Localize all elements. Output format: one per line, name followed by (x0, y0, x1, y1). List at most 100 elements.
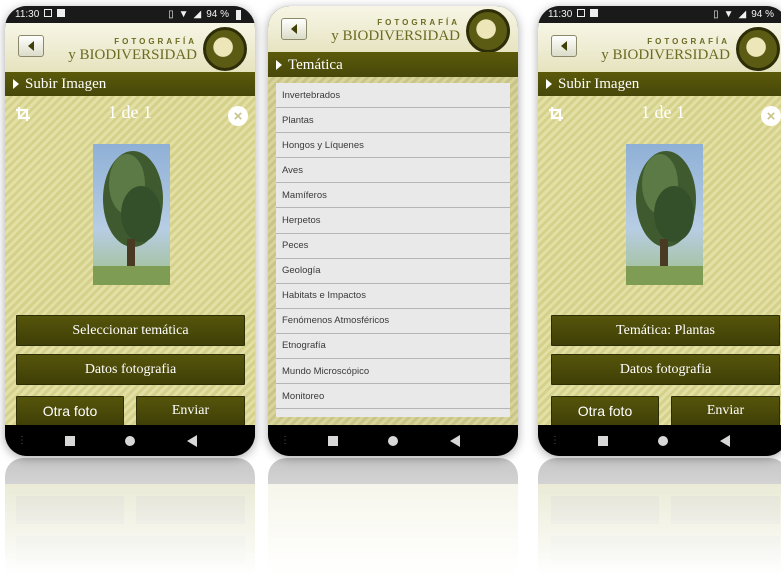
section-bar: Subir Imagen (538, 72, 781, 96)
app-header: FOTOGRAFÍA y BIODIVERSIDAD (5, 23, 255, 72)
back-arrow-icon (291, 24, 297, 34)
send-button[interactable]: Enviar (136, 396, 245, 426)
menu-dots-icon[interactable]: ⋮ (550, 435, 560, 446)
close-icon[interactable]: × (228, 106, 248, 126)
menu-dots-icon[interactable]: ⋮ (280, 435, 290, 446)
topic-list-item[interactable]: Habitats e Impactos (276, 284, 510, 309)
another-photo-button[interactable]: Otra foto (551, 396, 659, 426)
section-title: Temática (288, 56, 343, 73)
topic-list-area: Invertebrados Plantas Hongos y Líquenes Ave… (268, 77, 518, 425)
instagram-icon (577, 9, 586, 17)
phone-screen-upload-selected: 11:30 ▯ ▼ ◢ 94 % FOTOGRAFÍA y BIODIVERSIDAD… (538, 6, 781, 456)
home-square-icon[interactable] (328, 435, 338, 446)
battery-level: 94 % (206, 9, 229, 20)
caret-right-icon (276, 60, 282, 70)
topic-list-item[interactable]: Invertebrados (276, 83, 510, 109)
home-square-icon[interactable] (598, 435, 608, 446)
tree-image (626, 151, 703, 285)
instagram-icon (44, 9, 53, 17)
phone-screen-topics: FOTOGRAFÍA y BIODIVERSIDAD Temática Inve… (268, 6, 518, 456)
reflection-left (5, 458, 255, 576)
status-time: 11:30 (548, 9, 573, 20)
home-circle-icon[interactable] (658, 435, 668, 446)
caret-right-icon (546, 79, 552, 89)
section-bar: Temática (268, 52, 518, 78)
topic-list-item[interactable]: Aves (276, 158, 510, 184)
wifi-icon: ▼ (723, 9, 734, 20)
section-bar: Subir Imagen (5, 72, 255, 96)
system-nav-bar: ⋮ (538, 425, 781, 456)
status-time: 11:30 (15, 9, 40, 20)
reflection-middle (268, 458, 518, 576)
topic-list-item[interactable]: Herpetos (276, 208, 510, 234)
back-button[interactable] (281, 18, 307, 40)
topic-list-item[interactable]: Mamíferos (276, 183, 510, 209)
battery-level: 94 % (751, 9, 774, 20)
topic-list: Invertebrados Plantas Hongos y Líquenes Ave… (276, 83, 510, 417)
topic-list-item[interactable]: Hongos y Líquenes (276, 133, 510, 159)
brand-line-1: FOTOGRAFÍA (114, 37, 197, 46)
back-triangle-icon[interactable] (187, 434, 197, 447)
topic-list-item[interactable]: Mundo Microscópico (276, 359, 510, 385)
topic-list-item[interactable]: Peces (276, 234, 510, 259)
menu-dots-icon[interactable]: ⋮ (17, 435, 27, 446)
home-circle-icon[interactable] (388, 435, 398, 446)
signal-icon: ◢ (193, 9, 202, 20)
phone-screen-upload: 11:30 ▯ ▼ ◢ 94 % FOTOGRAFÍA y BIODIVERSIDAD… (5, 6, 255, 456)
image-icon (57, 9, 66, 17)
photo-data-button[interactable]: Datos fotografia (16, 354, 245, 385)
signal-icon: ◢ (738, 9, 747, 20)
photo-data-button[interactable]: Datos fotografia (551, 354, 780, 385)
brand-line-1: FOTOGRAFÍA (647, 37, 730, 46)
back-arrow-icon (28, 41, 34, 51)
reflection-right (538, 458, 781, 576)
logo-icon (466, 9, 510, 53)
brand-title: FOTOGRAFÍA y BIODIVERSIDAD (601, 37, 730, 64)
logo-icon (736, 27, 780, 71)
system-nav-bar: ⋮ (5, 425, 255, 456)
upload-content: 1 de 1 × Temática: Plantas Datos fotogra… (538, 96, 781, 426)
back-triangle-icon[interactable] (720, 434, 730, 447)
app-header: FOTOGRAFÍA y BIODIVERSIDAD (268, 6, 518, 55)
brand-line-2: y BIODIVERSIDAD (68, 47, 197, 63)
image-icon (590, 9, 599, 17)
tree-photo (93, 144, 170, 285)
topic-selected-button[interactable]: Temática: Plantas (551, 315, 780, 346)
logo-icon (203, 27, 247, 71)
wifi-icon: ▼ (178, 9, 189, 20)
send-button[interactable]: Enviar (671, 396, 780, 426)
battery-icon (236, 9, 241, 20)
back-button[interactable] (18, 35, 44, 57)
vibrate-icon: ▯ (713, 9, 719, 20)
status-bar: 11:30 ▯ ▼ ◢ 94 % (538, 6, 781, 23)
brand-title: FOTOGRAFÍA y BIODIVERSIDAD (331, 18, 460, 45)
back-triangle-icon[interactable] (450, 434, 460, 447)
tree-image (93, 151, 170, 285)
back-button[interactable] (551, 35, 577, 57)
brand-title: FOTOGRAFÍA y BIODIVERSIDAD (68, 37, 197, 64)
topic-list-item[interactable]: Fenómenos Atmosféricos (276, 309, 510, 334)
caret-right-icon (13, 79, 19, 89)
tree-photo (626, 144, 703, 285)
image-counter: 1 de 1 (641, 102, 685, 122)
section-title: Subir Imagen (25, 75, 107, 92)
home-square-icon[interactable] (65, 435, 75, 446)
topic-list-item[interactable]: Plantas (276, 108, 510, 134)
status-bar: 11:30 ▯ ▼ ◢ 94 % (5, 6, 255, 23)
close-icon[interactable]: × (761, 106, 781, 126)
home-circle-icon[interactable] (125, 435, 135, 446)
select-topic-button[interactable]: Seleccionar temática (16, 315, 245, 346)
brand-line-2: y BIODIVERSIDAD (601, 47, 730, 63)
brand-line-2: y BIODIVERSIDAD (331, 28, 460, 44)
system-nav-bar: ⋮ (268, 425, 518, 456)
upload-content: 1 de 1 × Seleccionar temática Datos foto… (5, 96, 255, 426)
vibrate-icon: ▯ (168, 9, 174, 20)
back-arrow-icon (561, 41, 567, 51)
app-header: FOTOGRAFÍA y BIODIVERSIDAD (538, 23, 781, 72)
topic-list-item[interactable]: Geología (276, 259, 510, 284)
another-photo-button[interactable]: Otra foto (16, 396, 124, 426)
topic-list-item[interactable]: Monitoreo (276, 384, 510, 410)
image-counter: 1 de 1 (108, 102, 152, 122)
brand-line-1: FOTOGRAFÍA (377, 18, 460, 27)
topic-list-item[interactable]: Etnografía (276, 334, 510, 360)
